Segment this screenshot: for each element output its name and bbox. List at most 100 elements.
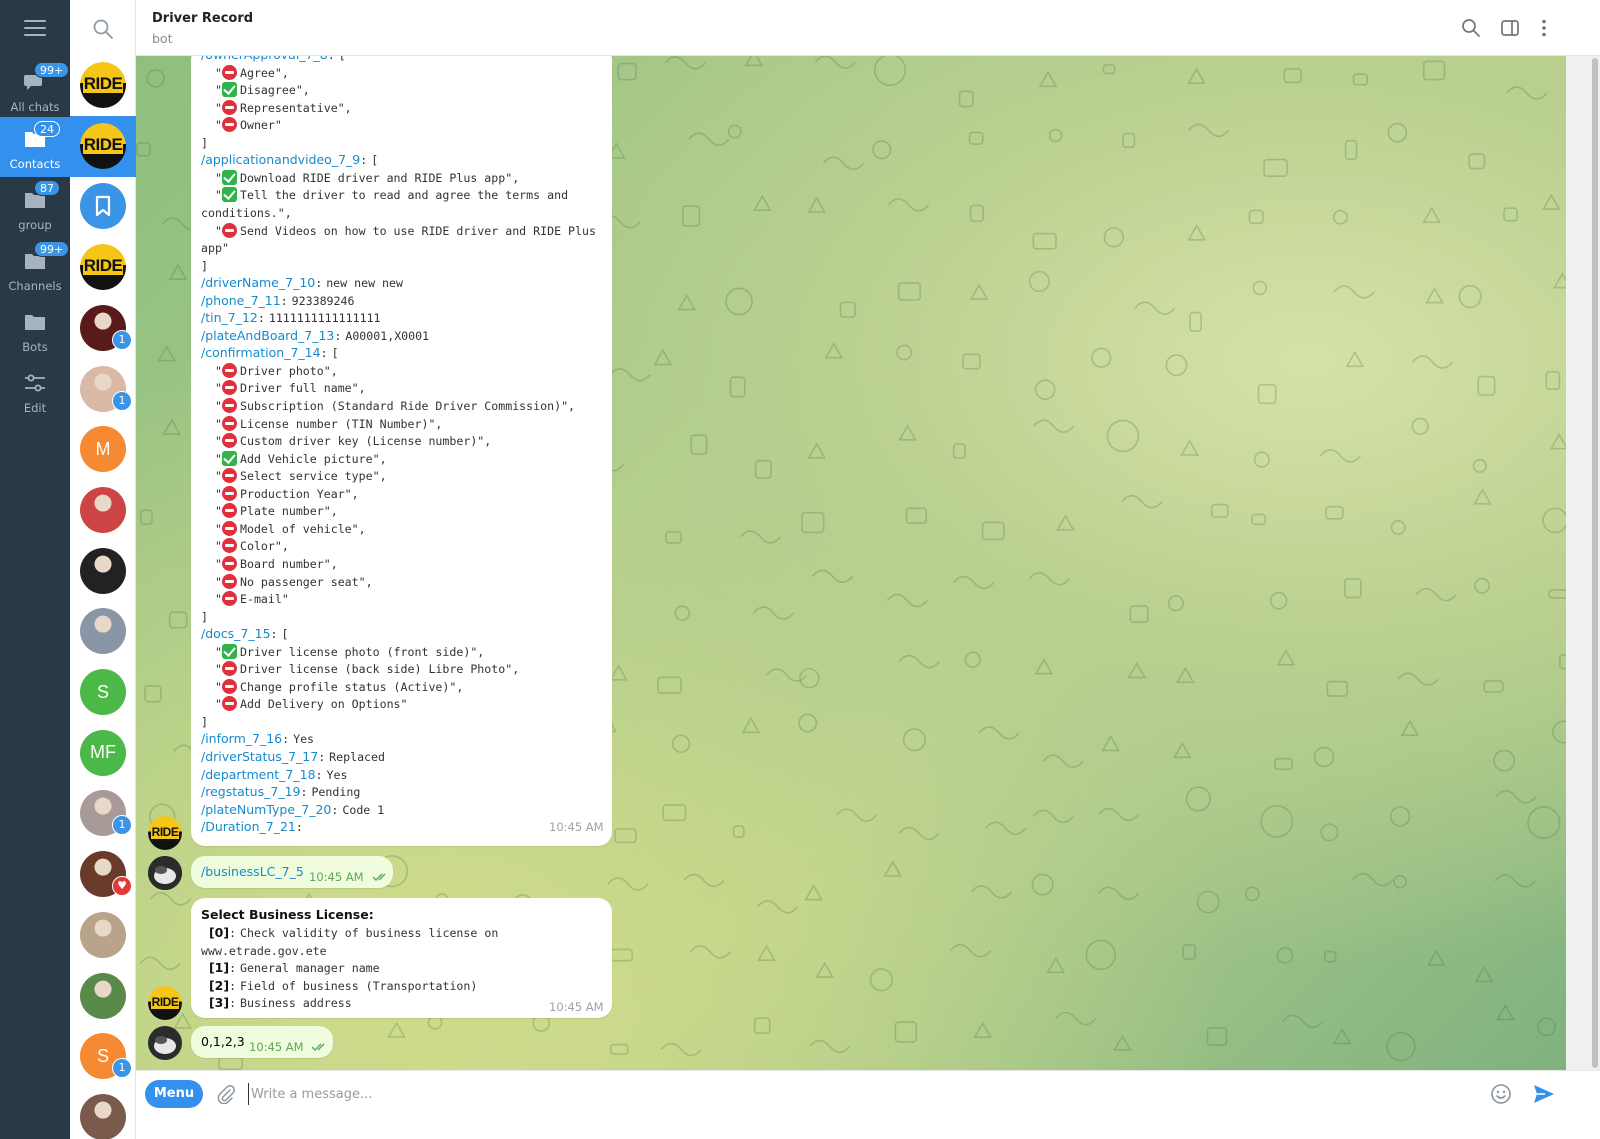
bot-command-link[interactable]: /driverStatus_7_17 (201, 749, 318, 764)
attach-icon[interactable] (216, 1084, 236, 1104)
chat-item[interactable]: S1 (70, 1026, 136, 1087)
user-avatar[interactable] (148, 856, 182, 890)
pattern-doodle (1269, 591, 1288, 610)
bot-command-link[interactable]: /Duration_7_21 (201, 819, 296, 834)
search-icon[interactable] (1461, 18, 1481, 38)
pattern-doodle (1468, 153, 1486, 170)
bot-command-link[interactable]: /inform_7_16 (201, 731, 282, 746)
bot-command-link[interactable]: /plateAndBoard_7_13 (201, 328, 334, 343)
bot-command-link[interactable]: /tin_7_12 (201, 310, 258, 325)
chat-item[interactable] (70, 966, 136, 1027)
chat-item[interactable]: RIDE (70, 55, 136, 116)
record-line: " Tell the driver to read and agree the t… (201, 186, 568, 204)
message-input[interactable] (248, 1083, 1448, 1105)
pattern-doodle (146, 69, 165, 88)
outgoing-message[interactable]: 0,1,2,3 10:45 AM (191, 1026, 333, 1058)
record-message[interactable]: /ownerApproval_7_8: ["Agree","Disagree",… (191, 56, 612, 846)
item-text: Driver license photo (front side)", (239, 644, 485, 659)
record-line: /regstatus_7_19: Pending (201, 783, 360, 801)
bot-menu-button[interactable]: Menu (145, 1080, 203, 1108)
no-entry-icon (221, 661, 237, 677)
sidebar-toggle-icon[interactable] (1500, 18, 1520, 38)
quote: " (215, 170, 222, 185)
bot-command-link[interactable]: /applicationandvideo_7_9 (201, 152, 360, 167)
bot-command-link[interactable]: /ownerApproval_7_8 (201, 56, 328, 62)
chat-item[interactable]: 1 (70, 783, 136, 844)
item-text: Add Delivery on Options" (239, 697, 408, 712)
folder-tab-edit[interactable]: Edit (0, 361, 70, 421)
chat-avatar (80, 608, 126, 655)
bot-command-link[interactable]: /department_7_18 (201, 767, 316, 782)
record-line: " E-mail" (201, 590, 289, 608)
chat-item[interactable]: S (70, 662, 136, 723)
bot-command-link[interactable]: /phone_7_11 (201, 293, 281, 308)
chat-item[interactable] (70, 176, 136, 237)
record-line: ] (201, 134, 208, 152)
emoji-icon[interactable] (1490, 1083, 1512, 1105)
chat-item[interactable]: RIDE (70, 115, 136, 177)
message-text[interactable]: /businessLC_7_5 (201, 863, 304, 881)
record-line: " Color", (201, 537, 289, 555)
chat-item[interactable] (70, 905, 136, 966)
hamburger-menu-icon[interactable] (24, 20, 46, 36)
folder-tab-bots[interactable]: Bots (0, 300, 70, 360)
pattern-doodle (1182, 943, 1196, 960)
chat-item[interactable]: 1 (70, 359, 136, 420)
bot-command-link[interactable]: /plateNumType_7_20 (201, 802, 331, 817)
chat-item[interactable]: M (70, 419, 136, 480)
pattern-doodle (1344, 139, 1358, 161)
outgoing-message[interactable]: /businessLC_7_5 10:45 AM (191, 856, 393, 888)
chat-item[interactable]: ♥ (70, 844, 136, 905)
option-key: [2] (208, 977, 230, 993)
avatar-initials: S (96, 681, 109, 702)
pattern-doodle (1187, 123, 1230, 138)
chat-item[interactable] (70, 1087, 136, 1139)
folder-tab-group[interactable]: group 87 (0, 178, 70, 238)
colon: : (229, 996, 237, 1011)
option-key: [0] (208, 925, 230, 940)
bot-command-link[interactable]: /confirmation_7_14 (201, 345, 321, 360)
field-value: Pending (311, 785, 361, 800)
quote: " (215, 521, 222, 536)
user-avatar[interactable] (148, 1026, 182, 1060)
pattern-doodle (1113, 1034, 1132, 1051)
chat-item[interactable]: RIDE (70, 237, 136, 298)
scrollbar-thumb[interactable] (1592, 58, 1598, 1068)
chat-unread-badge: ♥ (112, 876, 132, 897)
record-line: /confirmation_7_14: [ (201, 344, 339, 362)
folder-tab-channels[interactable]: Channels 99+ (0, 239, 70, 299)
license-message[interactable]: Select Business License: [0]: Check vali… (191, 898, 612, 1018)
pattern-doodle (1352, 73, 1369, 86)
more-options-icon[interactable] (1534, 18, 1554, 38)
quote: " (215, 83, 222, 98)
folder-tab-contacts[interactable]: Contacts 24 (0, 117, 70, 177)
bot-avatar[interactable]: RIDE (148, 986, 182, 1020)
chat-item[interactable] (70, 541, 136, 602)
pattern-doodle (898, 654, 940, 669)
pattern-doodle (144, 684, 162, 703)
bot-avatar[interactable]: RIDE (148, 816, 182, 850)
chat-header[interactable]: Driver Record bot (136, 0, 1600, 56)
chat-avatar: S (80, 669, 126, 715)
folder-tab-all-chats[interactable]: All chats 99+ (0, 60, 70, 120)
chat-unread-badge: 1 (112, 1058, 132, 1079)
chat-item[interactable]: 1 (70, 298, 136, 359)
message-text[interactable]: 0,1,2,3 (201, 1033, 245, 1051)
bot-command-link[interactable]: /driverName_7_10 (201, 275, 315, 290)
search-icon[interactable] (92, 18, 114, 40)
send-icon[interactable] (1532, 1082, 1556, 1106)
pattern-doodle (1031, 873, 1054, 896)
chat-item[interactable]: MF (70, 723, 136, 784)
pattern-doodle (729, 376, 746, 398)
pattern-doodle (1085, 939, 1116, 971)
bot-command-link[interactable]: /docs_7_15 (201, 626, 271, 641)
avatar-initials: M (95, 438, 111, 459)
chat-history[interactable]: /ownerApproval_7_8: ["Agree","Disagree",… (136, 56, 1566, 1070)
bot-command-link[interactable]: /regstatus_7_19 (201, 784, 300, 799)
pattern-doodle (1473, 488, 1492, 505)
option-key: [1] (208, 960, 230, 976)
pattern-doodle (754, 459, 772, 479)
chat-item[interactable] (70, 480, 136, 541)
pattern-doodle (952, 443, 966, 459)
chat-item[interactable] (70, 601, 136, 662)
